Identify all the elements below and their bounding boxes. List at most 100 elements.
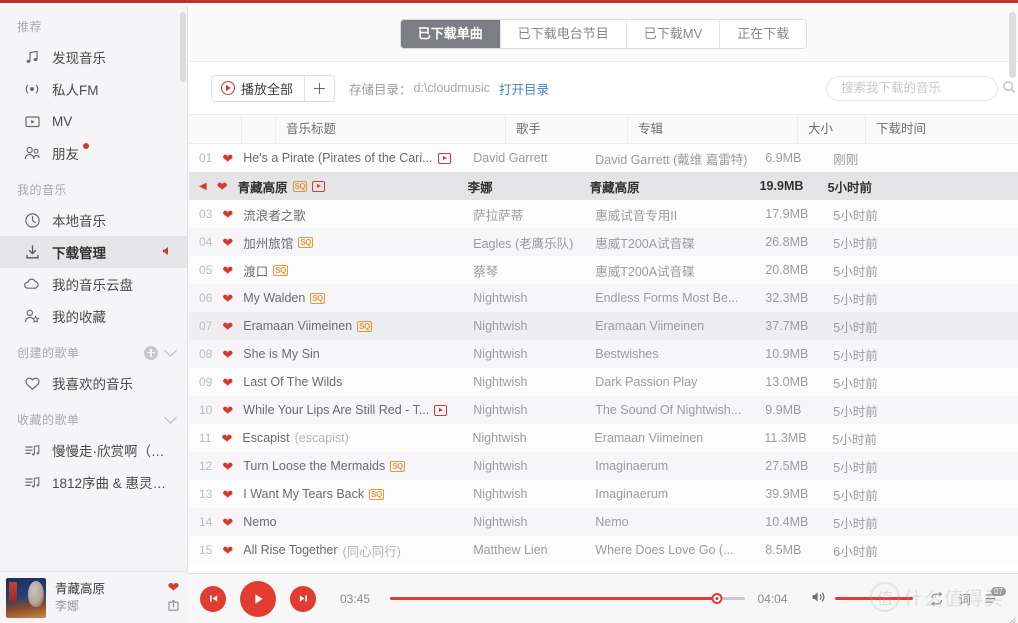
progress-handle[interactable]	[711, 593, 723, 604]
table-row[interactable]: 08 ❤ She is My Sin Nightwish Bestwishes 10.9M…	[189, 340, 1018, 368]
like-button[interactable]: ❤	[212, 348, 233, 361]
artist-cell[interactable]: Nightwish	[463, 375, 585, 389]
previous-track-icon[interactable]	[200, 585, 226, 612]
like-button[interactable]: ❤	[212, 236, 233, 249]
song-title-cell[interactable]: 渡口 SQ	[233, 261, 463, 280]
song-title-cell[interactable]: 流浪者之歌	[233, 205, 463, 224]
table-row[interactable]: 10 ❤ While Your Lips Are Still Red - T... N…	[189, 396, 1018, 424]
table-row[interactable]: 14 ❤ Nemo Nightwish Nemo 10.4MB 5小时前	[189, 508, 1018, 536]
album-cell[interactable]: Bestwishes	[585, 347, 755, 361]
like-button[interactable]: ❤	[212, 516, 233, 529]
song-title-cell[interactable]: Escapist (escapist)	[232, 431, 462, 445]
heart-filled-icon[interactable]: ❤	[222, 516, 233, 529]
sidebar-item-download-manager[interactable]: 下载管理	[0, 236, 187, 268]
col-header-artist[interactable]: 歌手	[505, 114, 627, 144]
like-button[interactable]: ❤	[212, 292, 233, 305]
open-directory-link[interactable]: 打开目录	[499, 79, 549, 98]
progress-slider[interactable]	[390, 589, 746, 609]
heart-filled-icon[interactable]: ❤	[222, 264, 233, 277]
song-title-cell[interactable]: Turn Loose the Mermaids SQ	[233, 459, 463, 473]
heart-filled-icon[interactable]: ❤	[222, 320, 233, 333]
chevron-down-icon[interactable]	[164, 344, 177, 357]
like-button[interactable]: ❤	[212, 320, 233, 333]
artist-cell[interactable]: Nightwish	[462, 431, 584, 445]
mv-badge[interactable]	[312, 180, 326, 192]
artist-cell[interactable]: 李娜	[458, 177, 580, 196]
sidebar-item-my-collection[interactable]: 我的收藏	[0, 300, 187, 332]
album-cell[interactable]: Where Does Love Go (...	[585, 543, 755, 557]
col-header-download-time[interactable]: 下载时间	[865, 114, 1018, 144]
table-row[interactable]: 03 ❤ 流浪者之歌 萨拉萨蒂 惠威试音专用II 17.9MB 5小时前	[189, 200, 1018, 228]
sidebar-item-local-music[interactable]: 本地音乐	[0, 204, 187, 236]
play-all-button[interactable]: 播放全部	[212, 75, 305, 101]
play-icon[interactable]	[240, 580, 276, 617]
sidebar-item-discover-music[interactable]: 发现音乐	[0, 41, 187, 73]
tab-downloaded-songs[interactable]: 已下载单曲	[400, 19, 500, 48]
album-cell[interactable]: Imaginaerum	[585, 459, 755, 473]
add-button[interactable]: ＋	[304, 75, 335, 101]
volume-control[interactable]	[811, 590, 914, 607]
song-title-cell[interactable]: 加州旅馆 SQ	[233, 233, 463, 252]
sidebar-item-playlist-1812[interactable]: 1812序曲 & 惠灵顿的胜...	[0, 466, 187, 498]
artist-cell[interactable]: Nightwish	[463, 515, 585, 529]
search-icon[interactable]	[1002, 80, 1016, 97]
album-cell[interactable]: Nemo	[585, 515, 755, 529]
col-header-index[interactable]	[189, 114, 241, 144]
like-button[interactable]: ❤	[212, 404, 233, 417]
song-title-cell[interactable]: 青藏高原 SQ	[228, 177, 458, 196]
song-title-cell[interactable]: All Rise Together (同心同行)	[233, 541, 463, 560]
mv-badge[interactable]	[437, 152, 451, 164]
table-row[interactable]: 01 ❤ He's a Pirate (Pirates of the Cari...…	[189, 144, 1018, 172]
search-box[interactable]	[826, 75, 1015, 101]
col-header-title[interactable]: 音乐标题	[275, 114, 505, 144]
playlist-queue-icon[interactable]: 07	[984, 586, 1006, 606]
song-title-cell[interactable]: While Your Lips Are Still Red - T...	[233, 403, 463, 417]
sidebar-item-music-cloud-disk[interactable]: 我的音乐云盘	[0, 268, 187, 300]
album-cell[interactable]: Dark Passion Play	[585, 375, 755, 389]
artist-cell[interactable]: 萨拉萨蒂	[463, 205, 585, 224]
song-title-cell[interactable]: I Want My Tears Back SQ	[233, 487, 463, 501]
heart-filled-icon[interactable]: ❤	[222, 376, 233, 389]
heart-filled-icon[interactable]: ❤	[222, 292, 233, 305]
artist-cell[interactable]: Nightwish	[463, 459, 585, 473]
sidebar-scrollbar-thumb[interactable]	[180, 12, 186, 82]
chevron-down-icon[interactable]	[164, 411, 177, 424]
song-title-cell[interactable]: Last Of The Wilds	[233, 375, 463, 389]
sidebar-item-friends[interactable]: 朋友	[0, 137, 187, 169]
tab-downloading[interactable]: 正在下载	[719, 19, 807, 48]
like-button[interactable]: ❤	[211, 432, 232, 445]
col-header-size[interactable]: 大小	[797, 114, 865, 144]
heart-filled-icon[interactable]: ❤	[222, 236, 233, 249]
heart-filled-icon[interactable]: ❤	[222, 488, 233, 501]
add-playlist-icon[interactable]	[144, 345, 158, 360]
table-row[interactable]: 12 ❤ Turn Loose the Mermaids SQ Nightwish Ima…	[189, 452, 1018, 480]
tab-downloaded-mv[interactable]: 已下载MV	[625, 19, 720, 48]
volume-icon[interactable]	[811, 590, 827, 607]
album-cell[interactable]: 惠威T200A试音碟	[585, 261, 755, 280]
heart-filled-icon[interactable]: ❤	[222, 348, 233, 361]
artist-cell[interactable]: Nightwish	[463, 487, 585, 501]
heart-filled-icon[interactable]: ❤	[222, 152, 233, 165]
table-row[interactable]: ◀ ❤ 青藏高原 SQ 李娜 青藏高原 19.9MB 5小时前	[189, 172, 1018, 200]
table-row[interactable]: 04 ❤ 加州旅馆 SQ Eagles (老鹰乐队) 惠威T200A试音碟 26.8MB 5小…	[189, 228, 1018, 256]
heart-filled-icon[interactable]: ❤	[221, 432, 232, 445]
heart-filled-icon[interactable]: ❤	[222, 208, 233, 221]
like-button[interactable]: ❤	[207, 180, 228, 193]
artist-cell[interactable]: Nightwish	[463, 319, 585, 333]
table-row[interactable]: 13 ❤ I Want My Tears Back SQ Nightwish Imagin…	[189, 480, 1018, 508]
sidebar-item-mv[interactable]: MV	[0, 105, 187, 137]
table-row[interactable]: 07 ❤ Eramaan Viimeinen SQ Nightwish Eramaan V…	[189, 312, 1018, 340]
lyrics-icon[interactable]: 词	[958, 589, 971, 608]
col-header-like[interactable]	[241, 114, 275, 144]
sidebar-item-my-favorite-music[interactable]: 我喜欢的音乐	[0, 367, 187, 399]
table-row[interactable]: 05 ❤ 渡口 SQ 蔡琴 惠威T200A试音碟 20.8MB 5小时前	[189, 256, 1018, 284]
album-cell[interactable]: Imaginaerum	[585, 487, 755, 501]
album-cell[interactable]: Eramaan Viimeinen	[585, 319, 755, 333]
heart-filled-icon[interactable]: ❤	[222, 544, 233, 557]
table-row[interactable]: 06 ❤ My Walden SQ Nightwish Endless Forms Mos…	[189, 284, 1018, 312]
album-cell[interactable]: 青藏高原	[580, 177, 750, 196]
heart-filled-icon[interactable]: ❤	[217, 180, 228, 193]
song-title-cell[interactable]: He's a Pirate (Pirates of the Cari...	[233, 151, 463, 165]
album-cell[interactable]: 惠威T200A试音碟	[585, 233, 755, 252]
artist-cell[interactable]: Nightwish	[463, 291, 585, 305]
